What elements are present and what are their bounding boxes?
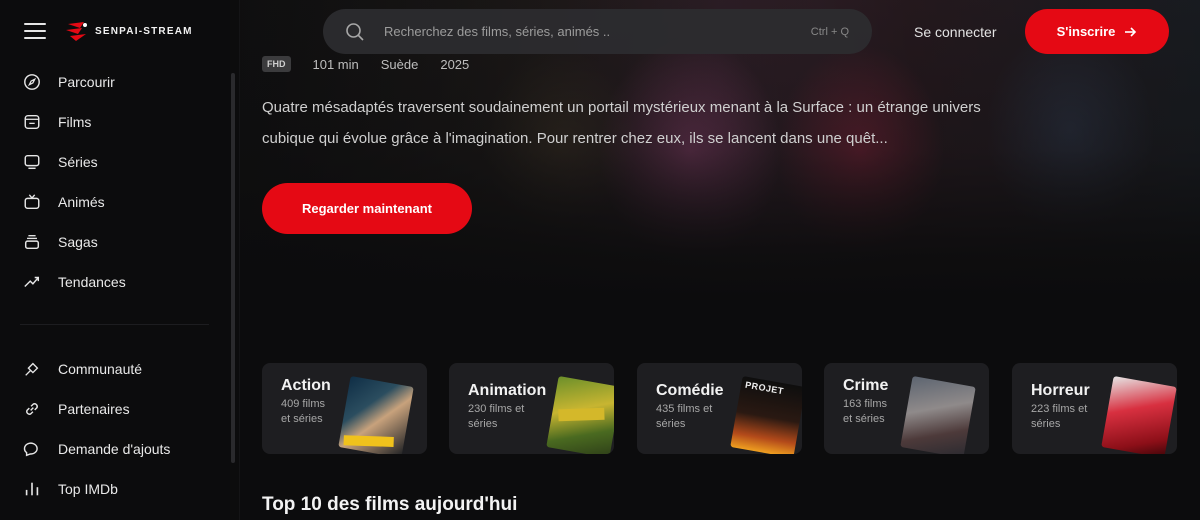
link-icon [23, 400, 41, 418]
logo-icon [66, 22, 87, 41]
category-count: 230 films et séries [468, 403, 525, 430]
arrow-right-icon [1125, 26, 1137, 37]
country: Suède [380, 56, 419, 72]
logo-text: SENPAI-STREAM [95, 25, 193, 37]
handshake-icon [23, 360, 41, 378]
sidebar-item-label: Parcourir [58, 74, 115, 90]
poster-title: PROJET [744, 379, 785, 397]
watch-now-button[interactable]: Regarder maintenant [262, 183, 472, 234]
sidebar-item-label: Tendances [58, 274, 126, 290]
chat-icon [23, 440, 41, 458]
category-row: Action 409 films et séries Animation 230… [262, 363, 1178, 454]
sidebar-item-partenaires[interactable]: Partenaires [0, 389, 239, 429]
category-poster: PROJET [730, 375, 802, 454]
sidebar-item-sagas[interactable]: Sagas [0, 222, 239, 262]
sidebar-item-series[interactable]: Séries [0, 142, 239, 182]
category-card-crime[interactable]: Crime 163 films et séries [824, 363, 989, 454]
category-name: Action [281, 377, 331, 394]
bar-chart-icon [23, 480, 41, 498]
film-icon [23, 113, 41, 131]
logo[interactable]: SENPAI-STREAM [64, 20, 193, 42]
category-count: 223 films et séries [1031, 403, 1088, 430]
category-card-comedie[interactable]: Comédie 435 films et séries PROJET [637, 363, 802, 454]
category-poster [1101, 375, 1177, 454]
sidebar-item-demande[interactable]: Demande d'ajouts [0, 429, 239, 469]
hero-synopsis: Quatre mésadaptés traversent soudainemen… [262, 99, 981, 147]
search-shortcut: Ctrl + Q [810, 25, 849, 38]
tv-icon [23, 153, 41, 171]
duration: 101 min [312, 56, 359, 72]
sidebar-item-animes[interactable]: Animés [0, 182, 239, 222]
category-poster [546, 375, 614, 454]
sidebar-item-label: Top IMDb [58, 481, 118, 497]
hero-meta: FHD 101 min Suède 2025 [262, 56, 469, 72]
year: 2025 [440, 56, 470, 72]
category-name: Horreur [1031, 382, 1090, 399]
sidebar-item-label: Sagas [58, 234, 98, 250]
signup-label: S'inscrire [1056, 24, 1116, 39]
search-icon [346, 22, 364, 41]
category-count: 435 films et séries [656, 403, 713, 430]
sidebar-item-label: Communauté [58, 361, 143, 377]
category-name: Crime [843, 377, 889, 394]
sidebar-item-tendances[interactable]: Tendances [0, 262, 239, 302]
login-link[interactable]: Se connecter [914, 24, 997, 40]
sidebar-item-label: Séries [58, 154, 98, 170]
signup-button[interactable]: S'inscrire [1025, 9, 1169, 54]
search-bar[interactable]: Recherchez des films, séries, animés .. … [323, 9, 872, 54]
top10-section-title: Top 10 des films aujourd'hui [262, 494, 518, 515]
sidebar-item-films[interactable]: Films [0, 102, 239, 142]
sidebar-header: SENPAI-STREAM [0, 0, 239, 62]
sidebar-item-parcourir[interactable]: Parcourir [0, 62, 239, 102]
stack-icon [23, 233, 41, 251]
category-card-animation[interactable]: Animation 230 films et séries [449, 363, 614, 454]
sidebar-divider [20, 324, 209, 325]
secondary-nav: Communauté Partenaires Demande d'ajouts … [0, 349, 239, 509]
sidebar-item-communaute[interactable]: Communauté [0, 349, 239, 389]
category-poster [900, 375, 976, 454]
search-input[interactable]: Recherchez des films, séries, animés .. [384, 24, 610, 39]
trending-icon [23, 273, 41, 291]
category-name: Animation [468, 382, 547, 399]
sidebar-item-label: Films [58, 114, 92, 130]
quality-badge: FHD [262, 56, 291, 72]
category-count: 163 films et séries [843, 398, 888, 425]
category-name: Comédie [656, 382, 724, 399]
category-card-action[interactable]: Action 409 films et séries [262, 363, 427, 454]
sidebar: SENPAI-STREAM Parcourir Films Séries Ani… [0, 0, 240, 520]
category-count: 409 films et séries [281, 398, 326, 425]
menu-icon[interactable] [24, 23, 46, 39]
category-poster [338, 375, 414, 454]
retro-tv-icon [23, 193, 41, 211]
sidebar-item-label: Animés [58, 194, 105, 210]
sidebar-item-label: Demande d'ajouts [58, 441, 171, 457]
sidebar-item-top-imdb[interactable]: Top IMDb [0, 469, 239, 509]
sidebar-item-label: Partenaires [58, 401, 130, 417]
sidebar-scrollbar[interactable] [231, 73, 235, 463]
category-card-horreur[interactable]: Horreur 223 films et séries [1012, 363, 1177, 454]
compass-icon [23, 73, 41, 91]
main-nav: Parcourir Films Séries Animés Sagas Tend… [0, 62, 239, 302]
